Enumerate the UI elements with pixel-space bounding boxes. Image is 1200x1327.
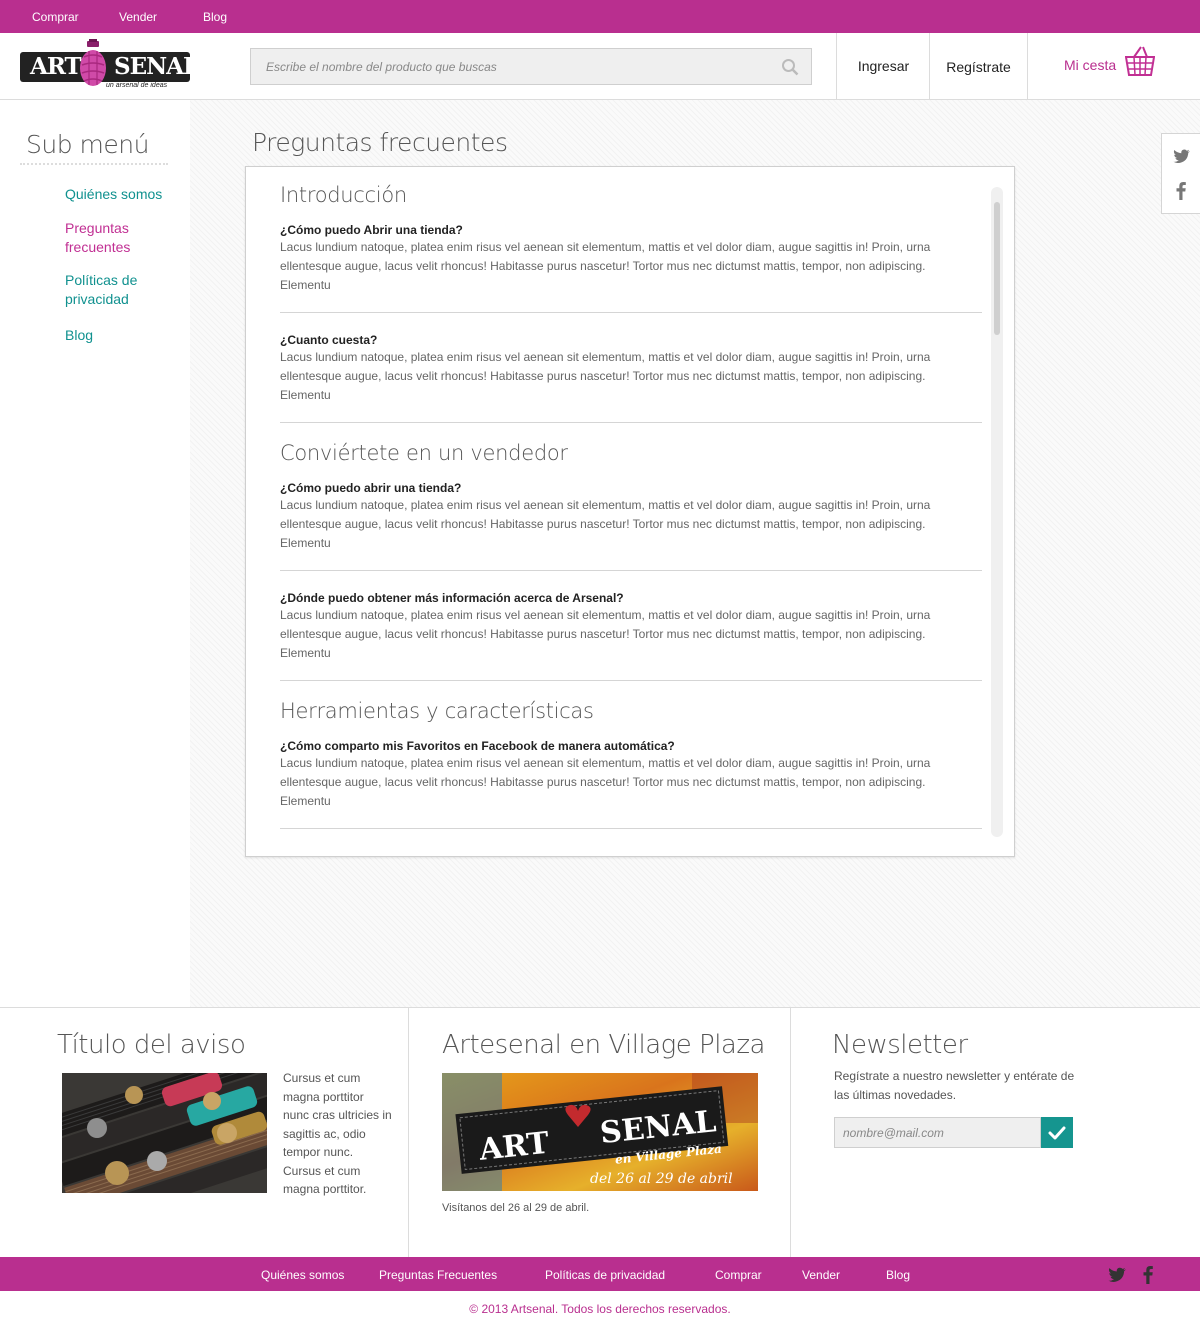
top-nav-bar: Comprar Vender Blog bbox=[0, 0, 1200, 33]
plaza-banner-image[interactable]: ART SENAL en Village Plaza del 26 al 29 … bbox=[442, 1073, 758, 1191]
facebook-icon[interactable] bbox=[1176, 181, 1186, 200]
faq-section-title: Introducción bbox=[280, 183, 407, 207]
faq-scrollbar-thumb[interactable] bbox=[994, 202, 1000, 335]
top-nav-blog[interactable]: Blog bbox=[203, 10, 227, 24]
grenade-icon bbox=[80, 39, 106, 86]
search-icon[interactable] bbox=[781, 58, 799, 76]
faq-section-title: Herramientas y características bbox=[280, 699, 594, 723]
sidebar-title-divider bbox=[20, 163, 168, 165]
plaza-banner-text-left: ART bbox=[477, 1126, 552, 1168]
copyright: © 2013 Artsenal. Todos los derechos rese… bbox=[469, 1302, 731, 1316]
register-button[interactable]: Regístrate bbox=[929, 33, 1027, 99]
faq-divider bbox=[280, 312, 982, 313]
bottom-nav-blog[interactable]: Blog bbox=[886, 1268, 910, 1282]
login-label: Ingresar bbox=[857, 58, 910, 74]
logo[interactable]: ART SENAL un arsenal de ideas bbox=[20, 39, 199, 91]
bottom-nav-comprar[interactable]: Comprar bbox=[715, 1268, 762, 1282]
logo-text-right: SENAL bbox=[114, 53, 199, 80]
logo-text-left: ART bbox=[30, 53, 82, 80]
aviso-title: Título del aviso bbox=[57, 1030, 246, 1060]
faq-scrollbar[interactable] bbox=[991, 187, 1003, 837]
plaza-caption: Visítanos del 26 al 29 de abril. bbox=[442, 1202, 590, 1214]
footer-column-divider bbox=[790, 1008, 791, 1258]
faq-question[interactable]: ¿Cuanto cuesta? bbox=[280, 333, 377, 347]
bottom-nav-politicas-privacidad[interactable]: Políticas de privacidad bbox=[545, 1268, 665, 1282]
faq-question[interactable]: ¿Cómo puedo abrir una tienda? bbox=[280, 481, 461, 495]
faq-answer: Lacus lundium natoque, platea enim risus… bbox=[280, 756, 931, 808]
basket-icon bbox=[1125, 46, 1155, 76]
page-title: Preguntas frecuentes bbox=[252, 128, 508, 157]
faq-answer: Lacus lundium natoque, platea enim risus… bbox=[280, 498, 931, 550]
footer: Título del aviso Cursus et cum magna por… bbox=[0, 1007, 1200, 1258]
bottom-nav-vender[interactable]: Vender bbox=[802, 1268, 840, 1282]
aviso-text: Cursus et cum magna porttitor nunc cras … bbox=[283, 1071, 392, 1196]
facebook-icon[interactable] bbox=[1143, 1265, 1153, 1284]
faq-divider bbox=[280, 680, 982, 681]
logo-tagline: un arsenal de ideas bbox=[106, 82, 168, 89]
footer-column-divider bbox=[408, 1008, 409, 1258]
top-nav-comprar[interactable]: Comprar bbox=[32, 10, 79, 24]
bottom-nav-quienes-somos[interactable]: Quiénes somos bbox=[261, 1268, 344, 1282]
sidebar-title: Sub menú bbox=[26, 130, 149, 159]
faq-answer: Lacus lundium natoque, platea enim risus… bbox=[280, 608, 931, 660]
search-input[interactable] bbox=[251, 49, 771, 84]
sidebar-item-quienes-somos[interactable]: Quiénes somos bbox=[65, 185, 175, 204]
faq-panel[interactable]: Introducción ¿Cómo puedo Abrir una tiend… bbox=[245, 166, 1015, 857]
newsletter-title: Newsletter bbox=[832, 1030, 968, 1060]
sidebar-item-politicas-privacidad[interactable]: Políticas de privacidad bbox=[65, 271, 175, 309]
faq-divider bbox=[280, 570, 982, 571]
faq-answer: Lacus lundium natoque, platea enim risus… bbox=[280, 350, 931, 402]
newsletter-text: Regístrate a nuestro newsletter y entéra… bbox=[834, 1069, 1075, 1102]
bottom-nav-bar: Quiénes somos Preguntas Frecuentes Polít… bbox=[0, 1257, 1200, 1291]
faq-question[interactable]: ¿Dónde puedo obtener más información ace… bbox=[280, 591, 624, 605]
newsletter-submit-button[interactable] bbox=[1041, 1117, 1073, 1148]
faq-question[interactable]: ¿Cómo puedo Abrir una tienda? bbox=[280, 223, 463, 237]
bottom-nav-preguntas-frecuentes[interactable]: Preguntas Frecuentes bbox=[379, 1268, 497, 1282]
plaza-banner-dates: del 26 al 29 de abril bbox=[590, 1171, 733, 1187]
sidebar: Sub menú Quiénes somos Preguntas frecuen… bbox=[0, 100, 190, 1007]
main-content: Preguntas frecuentes Introducción ¿Cómo … bbox=[190, 100, 1200, 1007]
cart-label: Mi cesta bbox=[1064, 57, 1117, 73]
twitter-icon[interactable] bbox=[1173, 149, 1191, 163]
faq-answer: Lacus lundium natoque, platea enim risus… bbox=[280, 240, 931, 292]
plaza-title: Artesenal en Village Plaza bbox=[442, 1030, 765, 1060]
search-box bbox=[250, 48, 812, 85]
register-label: Regístrate bbox=[946, 59, 1011, 75]
faq-question[interactable]: ¿Cómo comparto mis Favoritos en Facebook… bbox=[280, 739, 675, 753]
cart-button[interactable]: Mi cesta bbox=[1027, 33, 1200, 99]
login-button[interactable]: Ingresar bbox=[836, 33, 930, 99]
sidebar-item-blog[interactable]: Blog bbox=[65, 326, 175, 345]
newsletter-email-input[interactable] bbox=[834, 1117, 1041, 1148]
twitter-icon[interactable] bbox=[1108, 1267, 1127, 1282]
top-nav-vender[interactable]: Vender bbox=[119, 10, 157, 24]
header: ART SENAL un arsenal de ideas Ingresar R… bbox=[0, 33, 1200, 100]
check-icon bbox=[1048, 1126, 1066, 1140]
sidebar-item-preguntas-frecuentes[interactable]: Preguntas frecuentes bbox=[65, 219, 175, 257]
faq-divider bbox=[280, 828, 982, 829]
social-side-tab bbox=[1161, 133, 1200, 214]
aviso-image[interactable] bbox=[62, 1073, 267, 1193]
faq-section-title: Conviértete en un vendedor bbox=[280, 441, 568, 465]
faq-divider bbox=[280, 422, 982, 423]
